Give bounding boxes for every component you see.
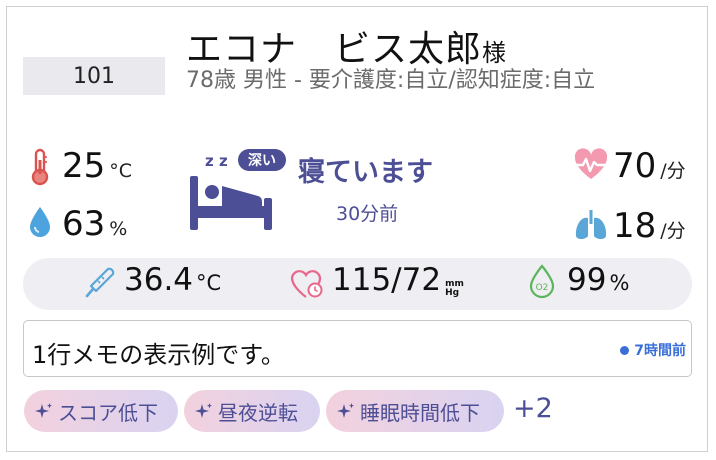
resident-name-text: エコナ ビス太郎 bbox=[186, 29, 483, 70]
temperature-value: 25 bbox=[62, 146, 106, 186]
humidity-value: 63 bbox=[62, 204, 106, 244]
sparkle-icon bbox=[195, 403, 212, 418]
blood-pressure-heart-icon bbox=[290, 270, 323, 298]
tag-chip[interactable]: 昼夜逆転 bbox=[184, 390, 320, 432]
respiration-value: 18 bbox=[613, 206, 657, 246]
sleep-depth-badge: 深い bbox=[238, 149, 286, 171]
more-tags-count[interactable]: +2 bbox=[513, 393, 553, 424]
bp-unit-bottom: Hg bbox=[445, 288, 460, 298]
oxygen-drop-icon: O2 bbox=[529, 264, 555, 299]
blood-pressure: 115/72 mm Hg bbox=[332, 262, 464, 302]
room-temperature: 25 °C bbox=[62, 146, 132, 186]
tag-chip[interactable]: スコア低下 bbox=[24, 390, 178, 432]
body-temp-value: 36.4 bbox=[124, 262, 194, 298]
resident-info: 78歳 男性 - 要介護度:自立/認知症度:自立 bbox=[186, 68, 596, 93]
body-temp-unit: °C bbox=[196, 271, 222, 295]
heart-rate: 70 /分 bbox=[613, 146, 686, 186]
sleep-status: 寝ています bbox=[298, 157, 433, 188]
tag-label: 睡眠時間低下 bbox=[360, 400, 480, 425]
sparkle-icon bbox=[35, 403, 52, 418]
room-number: 101 bbox=[23, 57, 165, 95]
sparkle-icon bbox=[337, 403, 354, 418]
respiration-rate: 18 /分 bbox=[613, 206, 686, 246]
honorific: 様 bbox=[482, 39, 508, 67]
tag-label: スコア低下 bbox=[58, 400, 158, 425]
bp-unit: mm Hg bbox=[445, 280, 464, 298]
lungs-icon bbox=[575, 210, 607, 239]
heart-rate-value: 70 bbox=[613, 146, 657, 186]
respiration-unit: /分 bbox=[660, 220, 686, 242]
memo-time-dot bbox=[620, 345, 630, 355]
sleep-elapsed: 30分前 bbox=[336, 203, 399, 225]
heart-rate-icon bbox=[574, 148, 608, 179]
heart-rate-unit: /分 bbox=[660, 160, 686, 182]
resident-name: エコナ ビス太郎様 bbox=[186, 20, 507, 72]
water-drop-icon bbox=[30, 207, 50, 237]
room-humidity: 63 % bbox=[62, 204, 127, 244]
memo-time-label: 7時間前 bbox=[634, 343, 686, 359]
tag-chip[interactable]: 睡眠時間低下 bbox=[326, 390, 504, 432]
humidity-unit: % bbox=[109, 218, 128, 240]
spo2-value: 99 bbox=[567, 262, 607, 298]
tag-label: 昼夜逆転 bbox=[218, 400, 298, 425]
body-temperature: 36.4 °C bbox=[124, 262, 221, 298]
bp-value: 115/72 bbox=[332, 262, 442, 298]
sleep-zz: z z bbox=[205, 152, 228, 170]
spo2-unit: % bbox=[609, 271, 630, 295]
thermometer-icon bbox=[31, 148, 49, 186]
spo2-icon-label: O2 bbox=[536, 283, 549, 293]
memo-time: 7時間前 bbox=[620, 340, 686, 360]
body-thermometer-icon bbox=[85, 267, 115, 298]
spo2: 99 % bbox=[567, 262, 629, 298]
sleeping-bed-icon bbox=[190, 176, 272, 230]
temperature-unit: °C bbox=[109, 160, 133, 182]
memo-text: 1行メモの表示例です。 bbox=[32, 341, 285, 369]
